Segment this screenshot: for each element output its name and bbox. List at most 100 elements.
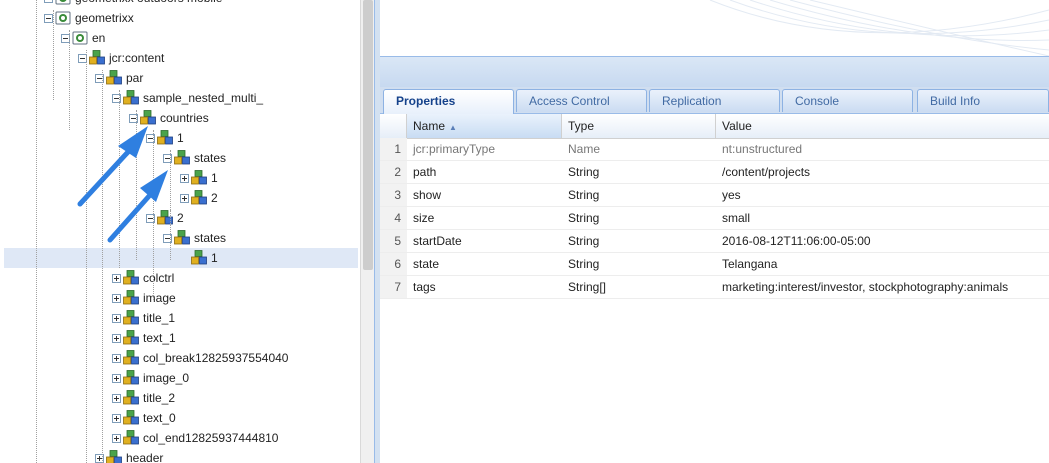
jcr-node-icon [123,270,143,286]
tree-node-label: text_1 [143,331,176,345]
tree-node-label: geometrixx outdoors mobile [75,0,222,8]
jcr-node-icon [191,170,211,186]
tree-guide-line [153,130,154,300]
tree-node[interactable]: col_end12825937444810 [112,428,278,448]
tree-node[interactable]: jcr:content [78,48,164,68]
tree-scrollbar[interactable] [360,0,375,463]
content-preview-area [380,0,1049,57]
tree-node[interactable]: header [95,448,163,463]
tree-node[interactable]: geometrixx outdoors mobile [44,0,222,8]
cell-type[interactable]: String [562,207,716,229]
cell-rownum: 1 [380,138,407,160]
tree-node[interactable]: states [163,148,226,168]
collapse-icon[interactable] [44,0,53,3]
expand-icon[interactable] [112,413,121,423]
cell-value[interactable]: yes [716,184,1049,206]
cell-name[interactable]: path [407,161,562,183]
tree-node[interactable]: image_0 [112,368,189,388]
grid-header: Name ▲ Type Value [380,114,1049,139]
cell-type[interactable]: String [562,161,716,183]
tree-node-label: par [126,71,144,85]
cell-rownum: 3 [380,184,407,206]
cell-type[interactable]: String [562,230,716,252]
tree-node[interactable]: 1 [146,128,184,148]
cell-name[interactable]: show [407,184,562,206]
tab-properties[interactable]: Properties [383,89,514,114]
cell-type[interactable]: Name [562,138,716,160]
jcr-node-icon [123,390,143,406]
tree-node[interactable]: image [112,288,176,308]
cell-value[interactable]: Telangana [716,253,1049,275]
tree-node[interactable]: geometrixx [44,8,134,28]
column-header-name[interactable]: Name ▲ [407,114,562,138]
tree-node[interactable]: sample_nested_multi_ [112,88,263,108]
column-header-value[interactable]: Value [716,114,1049,138]
cell-value[interactable]: 2016-08-12T11:06:00-05:00 [716,230,1049,252]
table-row[interactable]: 5 startDate String 2016-08-12T11:06:00-05:0… [380,230,1049,253]
tree-node-label: col_break12825937554040 [143,351,289,365]
expand-icon[interactable] [112,353,121,363]
jcr-node-icon [123,330,143,346]
column-header-type[interactable]: Type [562,114,716,138]
cell-name[interactable]: jcr:primaryType [407,138,562,160]
cell-type[interactable]: String [562,253,716,275]
cell-value[interactable]: nt:unstructured [716,138,1049,160]
tree-node[interactable]: 2 [146,208,184,228]
tab-strip: Properties Access Control Replication Conso… [380,87,1049,114]
cell-name[interactable]: size [407,207,562,229]
jcr-node-icon [89,50,109,66]
tree-node[interactable]: text_0 [112,408,176,428]
tree-node[interactable]: en [61,28,105,48]
tab-build-info[interactable]: Build Info [917,89,1049,112]
tree-scrollbar-thumb[interactable] [363,0,373,270]
cell-type[interactable]: String [562,184,716,206]
tab-console[interactable]: Console [782,89,913,112]
repository-tree[interactable]: geometrixx outdoors mobile geometrixx enjc… [0,0,360,463]
table-row[interactable]: 6 state String Telangana [380,253,1049,276]
expand-icon[interactable] [112,333,121,343]
horizontal-splitter-bar[interactable] [380,57,1049,88]
table-row[interactable]: 3 show String yes [380,184,1049,207]
tree-node[interactable]: col_break12825937554040 [112,348,288,368]
table-row[interactable]: 2 path String/content/projects [380,161,1049,184]
tree-node[interactable]: countries [129,108,209,128]
expand-icon[interactable] [180,193,189,203]
tree-node[interactable]: 1 [4,248,358,268]
cell-value[interactable]: marketing:interest/investor, stockphotog… [716,276,1049,298]
expand-icon[interactable] [112,433,121,443]
tree-node-label: 1 [211,251,218,265]
jcr-node-icon [123,370,143,386]
jcr-node-icon [123,290,143,306]
tree-node[interactable]: 1 [180,168,218,188]
cell-name[interactable]: startDate [407,230,562,252]
tree-node[interactable]: text_1 [112,328,176,348]
cell-value[interactable]: small [716,207,1049,229]
table-row[interactable]: 7 tags String[] marketing:interest/investor… [380,276,1049,299]
expand-icon[interactable] [112,373,121,383]
table-row[interactable]: 4 size String small [380,207,1049,230]
expand-icon[interactable] [112,293,121,303]
tree-node[interactable]: states [163,228,226,248]
tree-node[interactable]: title_2 [112,388,175,408]
collapse-icon[interactable] [44,13,53,23]
expand-icon[interactable] [112,313,121,323]
cell-name[interactable]: tags [407,276,562,298]
tree-node[interactable]: title_1 [112,308,175,328]
cell-name[interactable]: state [407,253,562,275]
tree-node-label: sample_nested_multi_ [143,91,264,105]
tree-node-label: 1 [211,171,218,185]
tree-node[interactable]: 2 [180,188,218,208]
column-header-type-label: Type [568,119,595,133]
expand-icon[interactable] [180,173,189,183]
jcr-node-icon [106,70,126,86]
tab-access-control[interactable]: Access Control [516,89,647,112]
cell-value[interactable]: /content/projects [716,161,1049,183]
jcr-node-icon [106,450,126,463]
table-row[interactable]: 1 jcr:primaryType Name nt:unstructured [380,138,1049,161]
decorative-swirl-graphic [709,0,1049,56]
expand-icon[interactable] [112,273,121,283]
tree-node[interactable]: colctrl [112,268,174,288]
expand-icon[interactable] [112,393,121,403]
cell-type[interactable]: String[] [562,276,716,298]
tab-replication[interactable]: Replication [649,89,780,112]
